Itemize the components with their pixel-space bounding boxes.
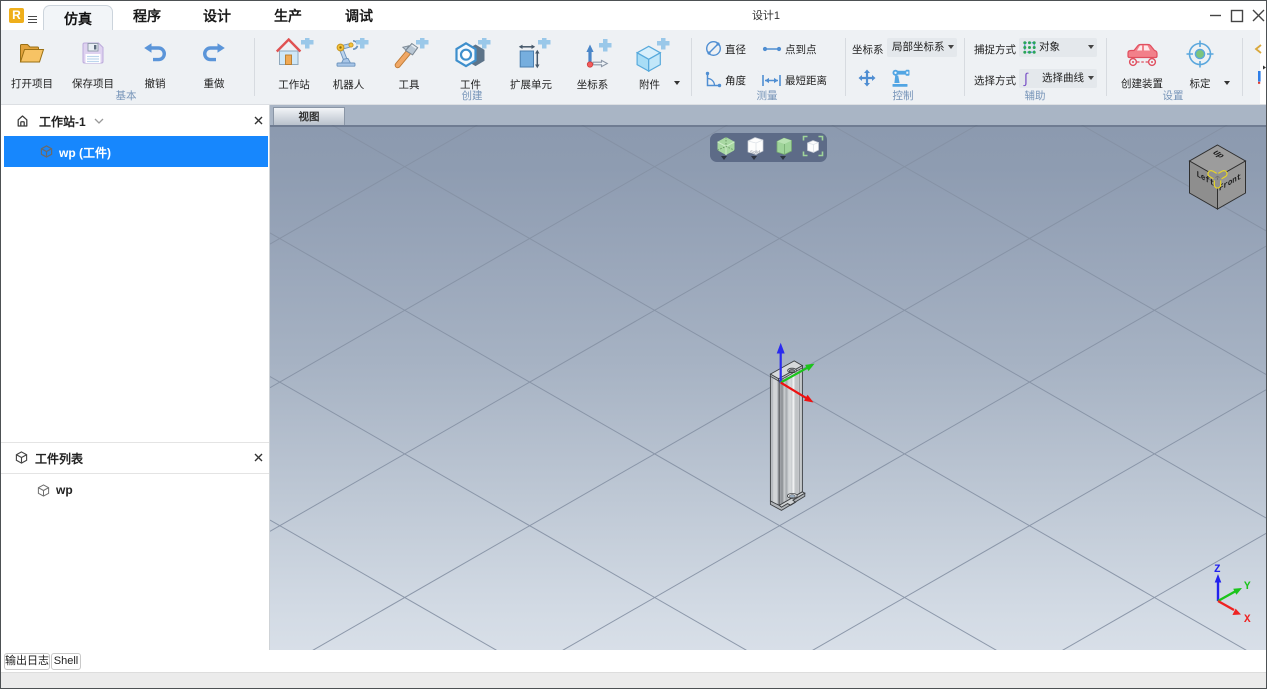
svg-text:X: X (1244, 614, 1251, 625)
svg-text:Solid: Solid (750, 150, 761, 155)
svg-text:Y: Y (1244, 581, 1251, 593)
svg-text:Z: Z (1214, 564, 1221, 576)
